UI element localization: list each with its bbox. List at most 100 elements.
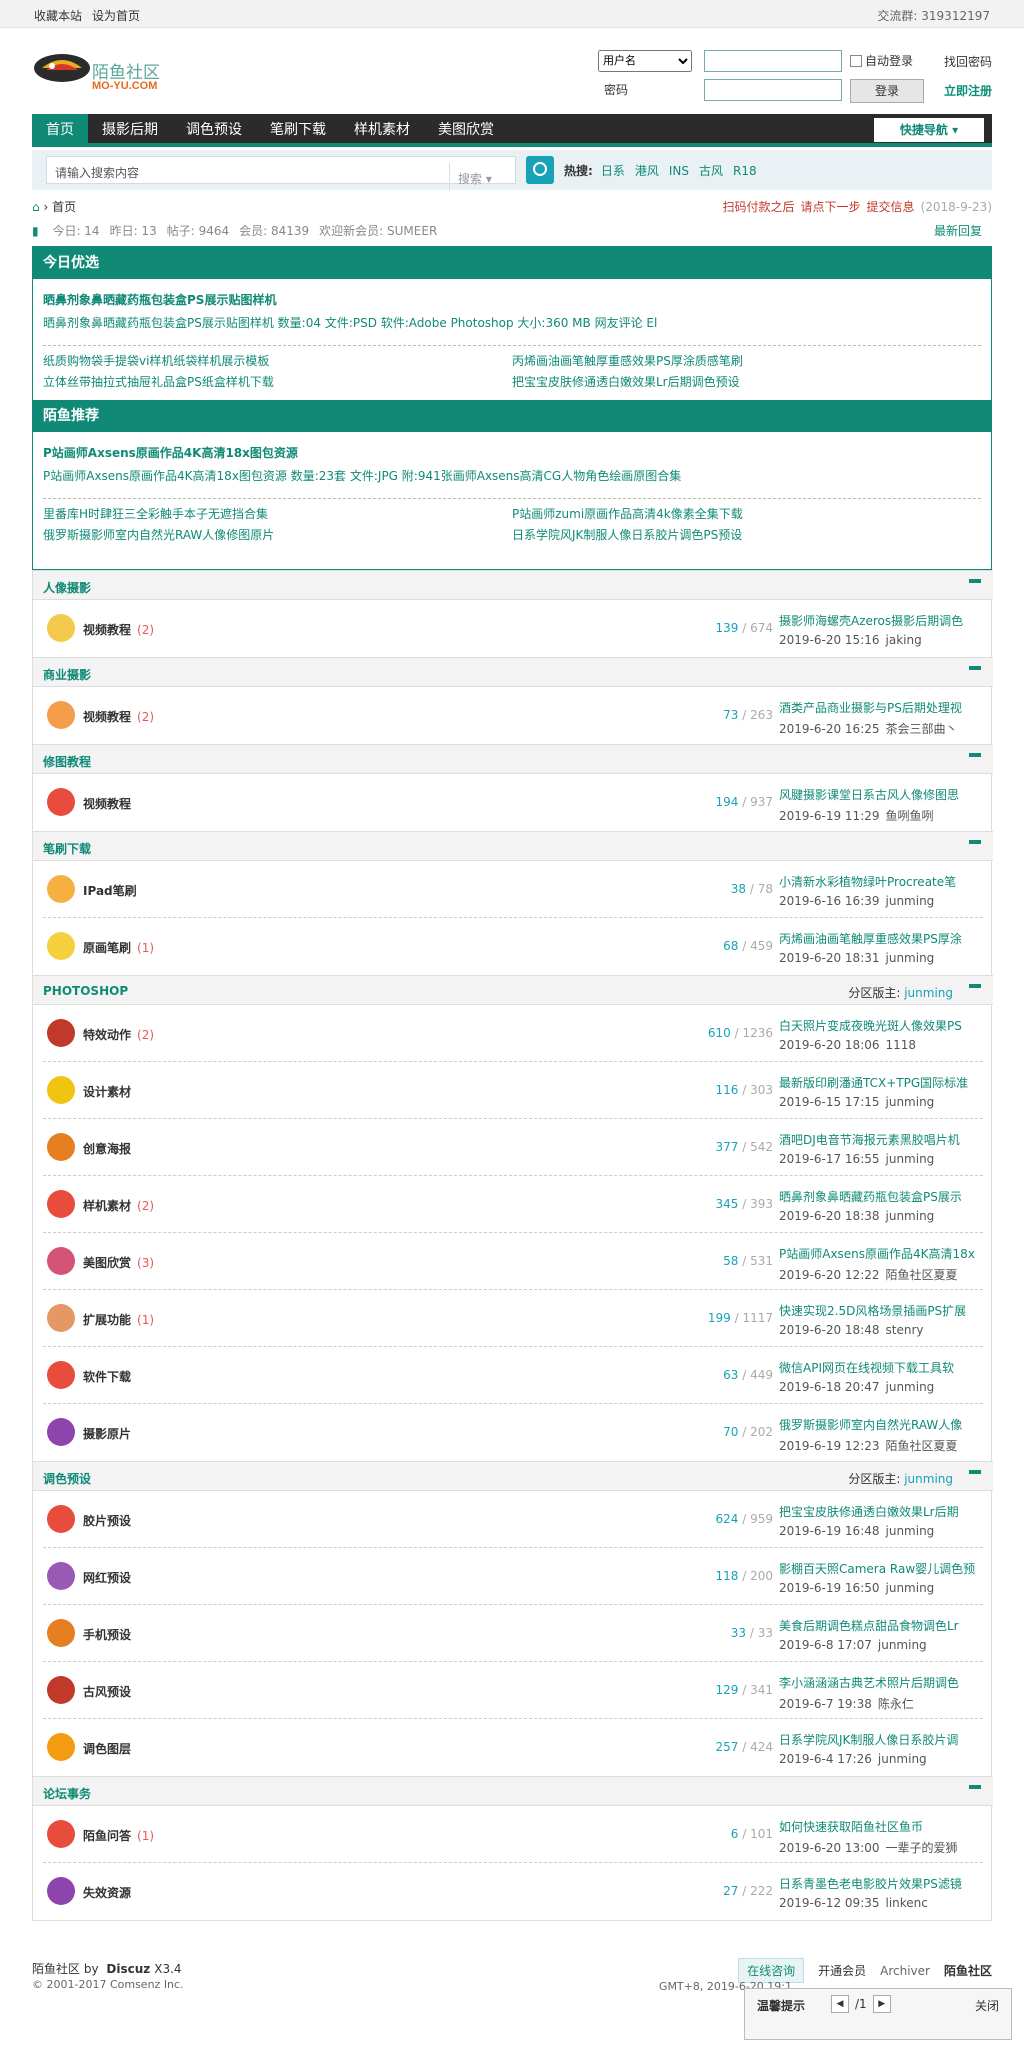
- auto-login-checkbox[interactable]: [850, 54, 862, 67]
- collapse-icon[interactable]: [969, 1785, 981, 1789]
- search-type-select[interactable]: 搜索 ▾: [449, 163, 509, 191]
- last-post-user[interactable]: jaking: [886, 633, 922, 647]
- last-post-link[interactable]: 日系青墨色老电影胶片效果PS滤镜: [779, 1875, 989, 1892]
- collapse-icon[interactable]: [969, 984, 981, 988]
- last-post-user[interactable]: junming: [886, 1581, 935, 1595]
- register-link[interactable]: 立即注册: [944, 82, 992, 99]
- last-post-user[interactable]: junming: [886, 1380, 935, 1394]
- notice-a[interactable]: 扫码付款之后: [722, 200, 794, 214]
- forum-name[interactable]: 美图欣赏 (3): [83, 1254, 154, 1271]
- last-post-user[interactable]: junming: [886, 1209, 935, 1223]
- forgot-password-link[interactable]: 找回密码: [944, 53, 992, 70]
- close-button[interactable]: 关闭: [975, 1997, 999, 2014]
- forum-name[interactable]: 失效资源: [83, 1884, 137, 1901]
- forum-name[interactable]: 特效动作 (2): [83, 1026, 154, 1043]
- last-post-user[interactable]: junming: [886, 951, 935, 965]
- nav-home[interactable]: 首页: [32, 114, 88, 147]
- forum-name[interactable]: 视频教程: [83, 795, 137, 812]
- forum-name[interactable]: 扩展功能 (1): [83, 1311, 154, 1328]
- username-input[interactable]: [704, 50, 842, 72]
- last-post-link[interactable]: 酒类产品商业摄影与PS后期处理视: [779, 699, 989, 716]
- forum-name[interactable]: 原画笔刷 (1): [83, 939, 154, 956]
- last-post-user[interactable]: 陌鱼社区夏夏: [886, 1268, 958, 1282]
- breadcrumb-home[interactable]: 首页: [52, 200, 76, 214]
- last-post-link[interactable]: 如何快速获取陌鱼社区鱼币: [779, 1818, 989, 1835]
- section-header[interactable]: 调色预设 分区版主: junming: [33, 1461, 993, 1491]
- search-input[interactable]: 请输入搜索内容 搜索 ▾: [46, 156, 516, 191]
- last-post-user[interactable]: junming: [886, 1095, 935, 1109]
- forum-name[interactable]: 样机素材 (2): [83, 1197, 154, 1214]
- forum-name[interactable]: 古风预设: [83, 1683, 137, 1700]
- rec-link[interactable]: 日系学院风JK制服人像日系胶片调色PS预设: [512, 526, 981, 543]
- last-post-user[interactable]: 陈永仁: [878, 1697, 914, 1711]
- pick-link[interactable]: 立体丝带抽拉式抽屉礼品盒PS纸盒样机下载: [43, 373, 512, 390]
- last-post-link[interactable]: 最新版印刷潘通TCX+TPG国际标准: [779, 1074, 989, 1091]
- section-header[interactable]: 人像摄影: [33, 570, 993, 600]
- collapse-icon[interactable]: [969, 579, 981, 583]
- last-post-link[interactable]: 把宝宝皮肤修通透白嫩效果Lr后期: [779, 1503, 989, 1520]
- section-header[interactable]: 论坛事务: [33, 1776, 993, 1806]
- forum-name[interactable]: 手机预设: [83, 1626, 137, 1643]
- section-header[interactable]: 商业摄影: [33, 657, 993, 687]
- last-post-link[interactable]: 酒吧DJ电音节海报元素黑胶唱片机: [779, 1131, 989, 1148]
- notice-c[interactable]: 提交信息: [867, 200, 915, 214]
- hot-tag[interactable]: R18: [733, 164, 757, 178]
- rec-headline[interactable]: P站画师Axsens原画作品4K高清18x图包资源: [43, 444, 991, 461]
- notice-b[interactable]: 请点下一步: [801, 200, 861, 214]
- nav-photo-post[interactable]: 摄影后期: [88, 114, 172, 147]
- last-post-link[interactable]: 俄罗斯摄影师室内自然光RAW人像: [779, 1416, 989, 1433]
- pick-link[interactable]: 丙烯画油画笔触厚重感效果PS厚涂质感笔刷: [512, 352, 981, 369]
- forum-name[interactable]: IPad笔刷: [83, 882, 143, 899]
- collapse-icon[interactable]: [969, 666, 981, 670]
- login-button[interactable]: 登录: [850, 79, 924, 103]
- last-post-link[interactable]: 微信API网页在线视频下载工具软: [779, 1359, 989, 1376]
- hot-tag[interactable]: 古风: [699, 164, 723, 178]
- login-type-select[interactable]: 用户名: [598, 50, 692, 72]
- forum-name[interactable]: 视频教程 (2): [83, 708, 154, 725]
- forum-name[interactable]: 摄影原片: [83, 1425, 137, 1442]
- last-post-user[interactable]: junming: [886, 894, 935, 908]
- home-icon[interactable]: ⌂: [32, 200, 40, 214]
- set-home-link[interactable]: 设为首页: [92, 9, 140, 23]
- collapse-icon[interactable]: [969, 840, 981, 844]
- vip-link[interactable]: 开通会员: [818, 1962, 866, 1979]
- section-header[interactable]: 修图教程: [33, 744, 993, 774]
- last-post-user[interactable]: 一辈子的爱狮: [886, 1841, 958, 1855]
- password-input[interactable]: [704, 79, 842, 101]
- collapse-icon[interactable]: [969, 753, 981, 757]
- pick-link[interactable]: 把宝宝皮肤修通透白嫩效果Lr后期调色预设: [512, 373, 981, 390]
- prev-icon[interactable]: ◀: [831, 1995, 849, 2013]
- last-post-link[interactable]: 风腱摄影课堂日系古风人像修图思: [779, 786, 989, 803]
- archiver-link[interactable]: Archiver: [880, 1964, 930, 1978]
- nav-gallery[interactable]: 美图欣赏: [424, 114, 508, 147]
- rec-link[interactable]: 里番库H时肆狂三全彩触手本子无遮挡合集: [43, 505, 512, 522]
- hot-tag[interactable]: INS: [669, 164, 689, 178]
- last-post-link[interactable]: 快速实现2.5D风格场景插画PS扩展: [779, 1302, 989, 1319]
- pick-link[interactable]: 纸质购物袋手提袋vi样机纸袋样机展示模板: [43, 352, 512, 369]
- last-post-link[interactable]: 李小涵涵涵古典艺术照片后期调色: [779, 1674, 989, 1691]
- last-post-user[interactable]: linkenc: [886, 1896, 928, 1910]
- auto-login[interactable]: 自动登录: [850, 52, 913, 69]
- last-post-user[interactable]: junming: [878, 1752, 927, 1766]
- rec-link[interactable]: P站画师zumi原画作品高清4k像素全集下载: [512, 505, 981, 522]
- last-post-link[interactable]: 丙烯画油画笔触厚重感效果PS厚涂: [779, 930, 989, 947]
- forum-name[interactable]: 网红预设: [83, 1569, 137, 1586]
- last-post-link[interactable]: 日系学院风JK制服人像日系胶片调: [779, 1731, 989, 1748]
- site-logo[interactable]: 陌鱼社区 MO-YU.COM: [32, 44, 172, 100]
- last-post-link[interactable]: P站画师Axsens原画作品4K高清18x: [779, 1245, 989, 1262]
- last-post-user[interactable]: 陌鱼社区夏夏: [886, 1439, 958, 1453]
- next-icon[interactable]: ▶: [872, 1995, 891, 2013]
- footer-brand[interactable]: 陌鱼社区: [944, 1962, 992, 1979]
- nav-mockups[interactable]: 样机素材: [340, 114, 424, 147]
- rec-link[interactable]: 俄罗斯摄影师室内自然光RAW人像修图原片: [43, 526, 512, 543]
- hot-tag[interactable]: 港风: [635, 164, 659, 178]
- nav-presets[interactable]: 调色预设: [172, 114, 256, 147]
- section-header[interactable]: 笔刷下载: [33, 831, 993, 861]
- last-post-link[interactable]: 白天照片变成夜晚光斑人像效果PS: [779, 1017, 989, 1034]
- last-post-link[interactable]: 美食后期调色糕点甜品食物调色Lr: [779, 1617, 989, 1634]
- quick-nav-button[interactable]: 快捷导航 ▾: [874, 118, 984, 142]
- last-post-link[interactable]: 晒鼻剂象鼻晒藏药瓶包装盒PS展示: [779, 1188, 989, 1205]
- forum-name[interactable]: 胶片预设: [83, 1512, 137, 1529]
- last-post-link[interactable]: 小清新水彩植物绿叶Procreate笔: [779, 873, 989, 890]
- nav-brushes[interactable]: 笔刷下载: [256, 114, 340, 147]
